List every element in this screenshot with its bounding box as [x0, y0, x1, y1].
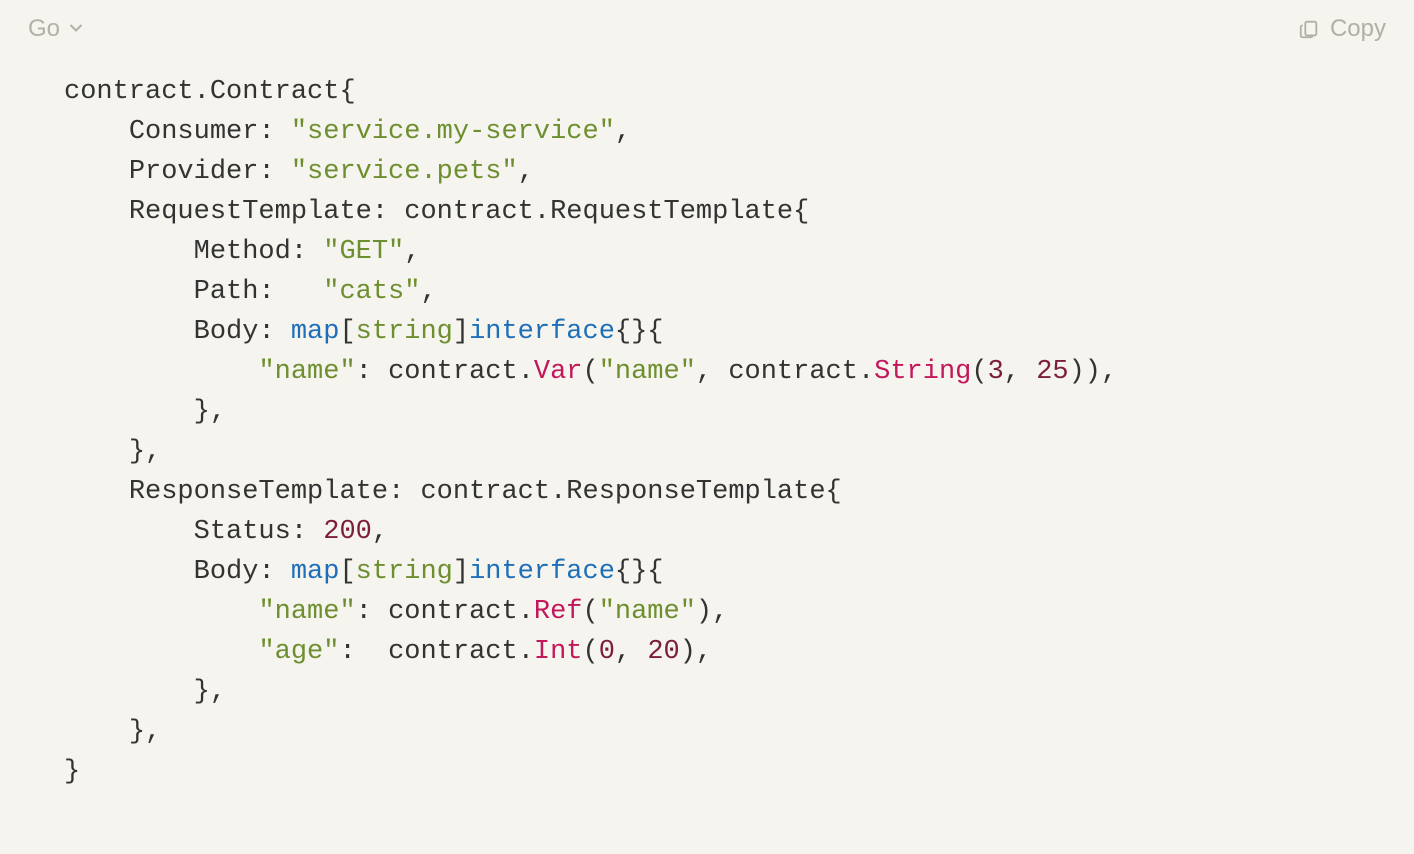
code-token: , [404, 237, 420, 267]
code-token: Path [194, 277, 259, 307]
code-token: Ref [534, 597, 583, 627]
language-select[interactable]: Go [28, 9, 84, 49]
code-token: : [356, 597, 388, 627]
code-token: Body [194, 317, 259, 347]
code-token: contract [404, 197, 534, 227]
code-token: "service.pets" [291, 157, 518, 187]
code-token: . [858, 357, 874, 387]
code-token: 20 [647, 637, 679, 667]
code-token: [ [339, 317, 355, 347]
code-token: "cats" [323, 277, 420, 307]
code-token: . [518, 637, 534, 667]
code-token: }, [194, 677, 226, 707]
copy-button[interactable]: Copy [1298, 9, 1386, 49]
code-token: contract [728, 357, 858, 387]
code-token: { [339, 77, 355, 107]
code-token: { [793, 197, 809, 227]
code-token: string [356, 557, 453, 587]
code-token: {}{ [615, 557, 664, 587]
code-token: , [1004, 357, 1036, 387]
code-token: "name" [258, 597, 355, 627]
code-token: Contract [210, 77, 340, 107]
code-token: contract [388, 597, 518, 627]
code-token: . [518, 597, 534, 627]
code-token: RequestTemplate [550, 197, 793, 227]
code-token: . [194, 77, 210, 107]
code-token: ] [453, 317, 469, 347]
code-token: , [372, 517, 388, 547]
code-token: , [615, 117, 631, 147]
code-token: Var [534, 357, 583, 387]
code-token: }, [129, 437, 161, 467]
code-token: string [356, 317, 453, 347]
code-token: : [258, 157, 290, 187]
code-token: : [258, 117, 290, 147]
code-token: , [615, 637, 647, 667]
code-token: ( [583, 357, 599, 387]
code-token: contract [420, 477, 550, 507]
code-token: interface [469, 557, 615, 587]
code-token: "name" [599, 597, 696, 627]
code-token: contract [388, 357, 518, 387]
code-token: }, [194, 397, 226, 427]
chevron-down-icon [68, 9, 84, 49]
code-token: Int [534, 637, 583, 667]
code-token: ( [583, 597, 599, 627]
code-token: : [291, 237, 323, 267]
code-token: "service.my-service" [291, 117, 615, 147]
code-token: { [826, 477, 842, 507]
copy-label: Copy [1330, 9, 1386, 49]
code-token: : [356, 357, 388, 387]
code-token: contract [64, 77, 194, 107]
code-token: contract [388, 637, 518, 667]
code-token: "GET" [323, 237, 404, 267]
code-token: 3 [988, 357, 1004, 387]
code-token: "name" [599, 357, 696, 387]
code-token: , [518, 157, 534, 187]
code-token: {}{ [615, 317, 664, 347]
code-token: map [291, 317, 340, 347]
code-token: map [291, 557, 340, 587]
code-token: 25 [1036, 357, 1068, 387]
code-token: Consumer [129, 117, 259, 147]
code-token: , [420, 277, 436, 307]
code-block-toolbar: Go Copy [0, 0, 1414, 58]
code-token: } [64, 757, 80, 787]
code-token: interface [469, 317, 615, 347]
code-block: contract.Contract{ Consumer: "service.my… [0, 0, 1414, 792]
language-label: Go [28, 9, 60, 49]
code-token: Body [194, 557, 259, 587]
code-token: : [258, 557, 290, 587]
code-token: 200 [323, 517, 372, 547]
code-token: Provider [129, 157, 259, 187]
code-token: "age" [258, 637, 339, 667]
code-token: , [696, 357, 728, 387]
code-token: : [339, 637, 388, 667]
code-token: : [291, 517, 323, 547]
code-token: ), [680, 637, 712, 667]
code-token: ( [583, 637, 599, 667]
code-token: String [874, 357, 971, 387]
code-token: : [372, 197, 404, 227]
code-token: . [550, 477, 566, 507]
code-token: RequestTemplate [129, 197, 372, 227]
code-token: [ [339, 557, 355, 587]
code-token: Method [194, 237, 291, 267]
code-token: : [258, 317, 290, 347]
code-token: : [388, 477, 420, 507]
clipboard-icon [1298, 18, 1320, 40]
code-token: : [258, 277, 323, 307]
code-token: 0 [599, 637, 615, 667]
code-token: ), [696, 597, 728, 627]
code-token: . [518, 357, 534, 387]
code-token: ResponseTemplate [129, 477, 388, 507]
code-token: "name" [258, 357, 355, 387]
code-token: ( [971, 357, 987, 387]
code-token: )), [1069, 357, 1118, 387]
code-token: ResponseTemplate [566, 477, 825, 507]
code-token: }, [129, 717, 161, 747]
code-token: . [534, 197, 550, 227]
code-token: ] [453, 557, 469, 587]
code-token: Status [194, 517, 291, 547]
